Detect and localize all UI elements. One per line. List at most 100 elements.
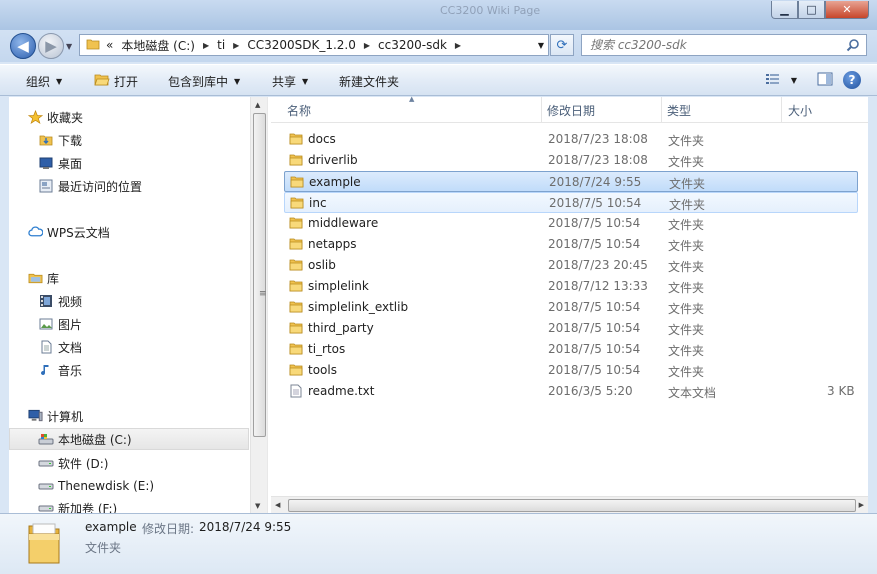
nav-item-drive-e[interactable]: Thenewdisk (E:) <box>38 476 154 496</box>
nav-item-drive-c[interactable]: 本地磁盘 (C:) <box>9 428 249 450</box>
navigation-pane: 收藏夹 下载 桌面 最近访问的位置 WPS云文档 库 视频 图片 文档 音乐 计… <box>9 97 267 513</box>
breadcrumb-item-sdk[interactable]: CC3200SDK_1.2.0 <box>247 38 356 52</box>
list-item[interactable]: netapps 2018/7/5 10:54 文件夹 <box>284 234 858 255</box>
nav-item-downloads[interactable]: 下载 <box>38 130 82 150</box>
file-date: 2018/7/5 10:54 <box>548 300 641 314</box>
new-folder-button[interactable]: 新建文件夹 <box>339 73 399 90</box>
list-item[interactable]: oslib 2018/7/23 20:45 文件夹 <box>284 255 858 276</box>
list-item[interactable]: simplelink 2018/7/12 13:33 文件夹 <box>284 276 858 297</box>
address-bar[interactable]: « 本地磁盘 (C:) ▶ ti ▶ CC3200SDK_1.2.0 ▶ cc3… <box>79 34 549 56</box>
details-modified-value: 2018/7/24 9:55 <box>199 520 292 534</box>
scrollbar-thumb[interactable]: ≡ <box>253 113 267 437</box>
file-type: 文件夹 <box>668 344 705 358</box>
breadcrumb-item-cc3200-sdk[interactable]: cc3200-sdk <box>378 38 447 52</box>
list-item[interactable]: ti_rtos 2018/7/5 10:54 文件夹 <box>284 339 858 360</box>
preview-pane-icon[interactable] <box>817 72 833 89</box>
file-name: middleware <box>308 216 379 230</box>
file-date: 2018/7/5 10:54 <box>548 321 641 335</box>
scrollbar-thumb[interactable] <box>288 499 856 512</box>
column-size[interactable]: 大小 <box>788 102 812 119</box>
sort-ascending-icon: ▲ <box>409 95 415 103</box>
scroll-right-icon[interactable]: ▶ <box>859 501 864 509</box>
breadcrumb-overflow[interactable]: « <box>106 38 113 52</box>
file-type: 文件夹 <box>668 302 705 316</box>
file-date: 2018/7/5 10:54 <box>548 342 641 356</box>
nav-item-documents[interactable]: 文档 <box>38 337 82 357</box>
list-item[interactable]: docs 2018/7/23 18:08 文件夹 <box>284 129 858 150</box>
file-name: tools <box>308 363 337 377</box>
list-item[interactable]: third_party 2018/7/5 10:54 文件夹 <box>284 318 858 339</box>
list-item[interactable]: simplelink_extlib 2018/7/5 10:54 文件夹 <box>284 297 858 318</box>
nav-item-music[interactable]: 音乐 <box>38 360 82 380</box>
column-divider[interactable] <box>661 97 662 122</box>
chevron-right-icon[interactable]: ▶ <box>203 41 209 50</box>
file-date: 2018/7/12 13:33 <box>548 279 648 293</box>
chevron-right-icon[interactable]: ▶ <box>233 41 239 50</box>
share-button[interactable]: 共享 ▼ <box>272 73 308 90</box>
downloads-folder-icon <box>38 132 54 148</box>
help-icon[interactable]: ? <box>843 71 861 89</box>
chevron-right-icon[interactable]: ▶ <box>364 41 370 50</box>
chevron-right-icon[interactable]: ▶ <box>455 41 461 50</box>
drive-icon <box>38 478 54 494</box>
nav-item-label: 图片 <box>58 317 83 332</box>
nav-item-label: 库 <box>47 271 60 286</box>
column-type[interactable]: 类型 <box>667 102 691 119</box>
column-modified[interactable]: 修改日期 <box>547 102 595 119</box>
file-name: docs <box>308 132 336 146</box>
scroll-up-icon[interactable]: ▲ <box>255 101 260 109</box>
list-item-selected[interactable]: example 2018/7/24 9:55 文件夹 <box>284 171 858 192</box>
include-in-library-button[interactable]: 包含到库中 ▼ <box>168 73 240 90</box>
nav-item-pictures[interactable]: 图片 <box>38 314 82 334</box>
list-item[interactable]: readme.txt 2016/3/5 5:20 文本文档 3 KB <box>284 381 858 402</box>
nav-item-wps-cloud[interactable]: WPS云文档 <box>27 222 110 242</box>
nav-item-libraries[interactable]: 库 <box>27 268 59 288</box>
minimize-button[interactable]: ▁ <box>771 1 798 19</box>
nav-item-favorites[interactable]: 收藏夹 <box>27 107 83 127</box>
file-list-horizontal-scrollbar[interactable]: ◀ ▶ <box>271 496 868 513</box>
drive-icon <box>38 455 54 471</box>
scroll-down-icon[interactable]: ▼ <box>255 502 260 510</box>
open-button[interactable]: 打开 <box>94 73 138 90</box>
back-button[interactable]: ◀ <box>10 33 36 59</box>
breadcrumb-item-drive-c[interactable]: 本地磁盘 (C:) <box>121 37 195 54</box>
nav-item-label: 文档 <box>58 340 83 355</box>
navigation-pane-scrollbar[interactable]: ▲ ≡ ▼ <box>250 97 267 513</box>
list-item[interactable]: driverlib 2018/7/23 18:08 文件夹 <box>284 150 858 171</box>
nav-item-computer[interactable]: 计算机 <box>27 406 83 426</box>
column-name[interactable]: 名称 <box>287 102 311 119</box>
details-pane: example 修改日期: 2018/7/24 9:55 文件夹 <box>0 513 877 574</box>
nav-item-drive-d[interactable]: 软件 (D:) <box>38 453 108 473</box>
list-item[interactable]: tools 2018/7/5 10:54 文件夹 <box>284 360 858 381</box>
nav-item-drive-f[interactable]: 新加卷 (F:) <box>38 498 117 513</box>
search-input[interactable] <box>590 38 840 52</box>
search-box[interactable] <box>581 34 867 56</box>
nav-item-label: 桌面 <box>58 156 83 171</box>
view-options-icon[interactable] <box>765 72 781 89</box>
list-item-hover[interactable]: inc 2018/7/5 10:54 文件夹 <box>284 192 858 213</box>
column-divider[interactable] <box>541 97 542 122</box>
nav-item-videos[interactable]: 视频 <box>38 291 82 311</box>
nav-item-label: 软件 (D:) <box>58 456 109 471</box>
nav-item-recent-places[interactable]: 最近访问的位置 <box>38 176 142 196</box>
refresh-button[interactable]: ⟳ <box>550 34 574 56</box>
breadcrumb-item-ti[interactable]: ti <box>217 38 225 52</box>
nav-item-label: 本地磁盘 (C:) <box>58 432 132 447</box>
column-divider[interactable] <box>781 97 782 122</box>
window-controls: ▁ □ ✕ <box>771 1 869 19</box>
recent-pages-dropdown-icon[interactable]: ▼ <box>66 42 72 51</box>
address-dropdown-icon[interactable]: ▼ <box>538 41 544 50</box>
nav-item-desktop[interactable]: 桌面 <box>38 153 82 173</box>
chevron-down-icon[interactable]: ▼ <box>791 76 797 85</box>
scroll-left-icon[interactable]: ◀ <box>275 501 280 509</box>
forward-button[interactable]: ▶ <box>38 33 64 59</box>
list-item[interactable]: middleware 2018/7/5 10:54 文件夹 <box>284 213 858 234</box>
close-button[interactable]: ✕ <box>825 1 869 19</box>
file-type: 文件夹 <box>668 239 705 253</box>
folder-icon <box>289 132 303 146</box>
organize-button[interactable]: 组织 ▼ <box>26 73 62 90</box>
nav-item-label: 新加卷 (F:) <box>58 501 118 514</box>
file-type: 文件夹 <box>668 134 705 148</box>
search-icon[interactable] <box>846 38 860 55</box>
maximize-button[interactable]: □ <box>798 1 825 19</box>
